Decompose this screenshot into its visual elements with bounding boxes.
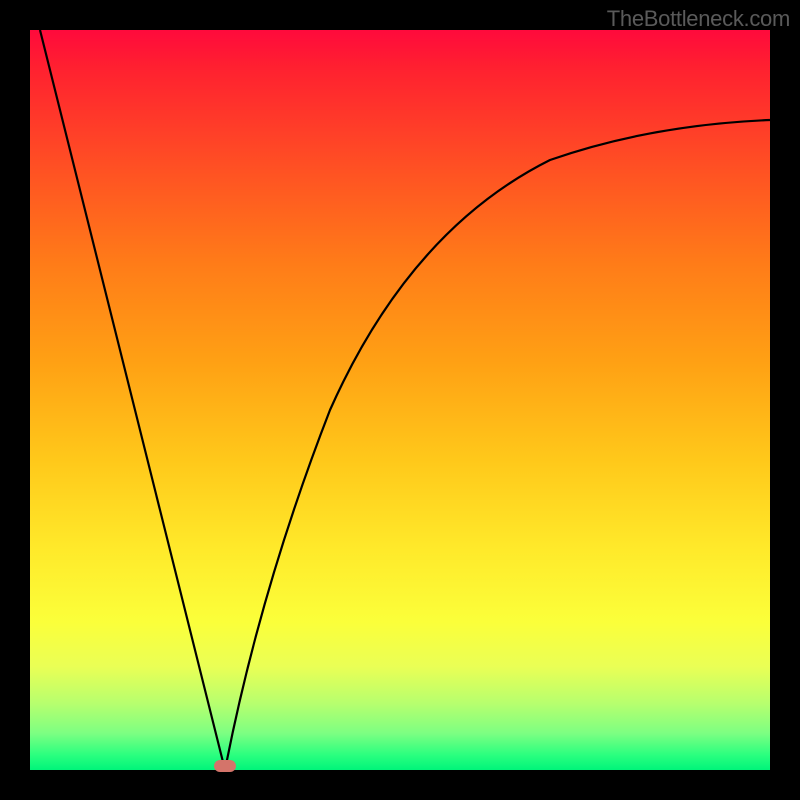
plot-area	[30, 30, 770, 770]
chart-frame: TheBottleneck.com	[0, 0, 800, 800]
curve-layer	[30, 30, 770, 770]
curve-left-branch	[40, 30, 225, 770]
watermark-text: TheBottleneck.com	[607, 6, 790, 32]
optimum-marker	[214, 760, 236, 772]
curve-right-branch	[225, 120, 770, 770]
